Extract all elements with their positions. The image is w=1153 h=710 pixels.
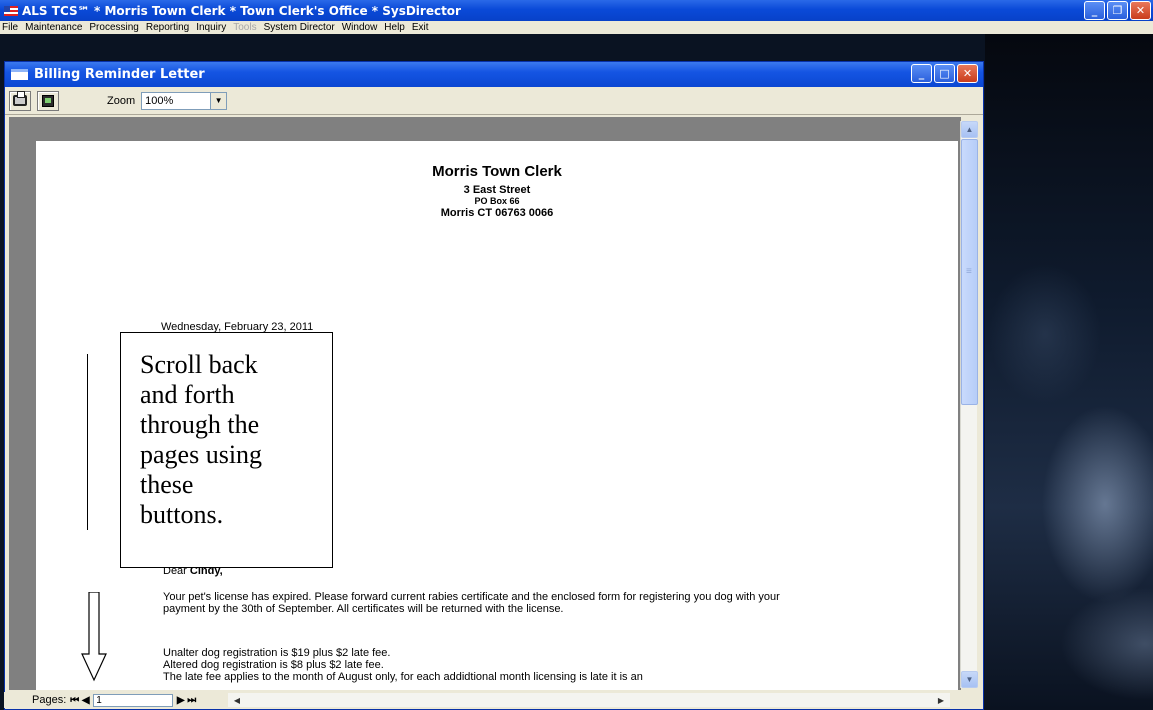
vertical-scrollbar[interactable]: ▲ ▼ xyxy=(960,121,978,688)
chevron-right-icon: ▶ xyxy=(937,695,945,705)
scroll-up-button[interactable]: ▲ xyxy=(961,121,978,138)
app-title: ALS TCS℠ * Morris Town Clerk * Town Cler… xyxy=(22,3,461,18)
maximize-icon: □ xyxy=(939,67,950,80)
menu-inquiry[interactable]: Inquiry xyxy=(196,22,226,33)
desktop-background xyxy=(985,34,1153,710)
next-page-icon: ▶ xyxy=(176,694,185,706)
annotation-line-1: Scroll back xyxy=(140,350,258,379)
annotation-line-4: pages using xyxy=(140,440,263,469)
child-title-bar[interactable]: Billing Reminder Letter _ □ ✕ xyxy=(5,62,983,87)
fee-lines: Unalter dog registration is $19 plus $2 … xyxy=(163,647,803,683)
menu-maintenance[interactable]: Maintenance xyxy=(25,22,82,33)
pages-label: Pages: xyxy=(32,694,67,706)
window-icon xyxy=(11,69,28,80)
report-toolbar: Zoom 100% ▼ xyxy=(5,87,983,115)
annotation-line-3: through the xyxy=(140,410,260,439)
annotation-vertical-line xyxy=(87,354,88,530)
menu-exit[interactable]: Exit xyxy=(412,22,429,33)
child-window-controls: _ □ ✕ xyxy=(911,64,978,83)
menu-help[interactable]: Help xyxy=(384,22,405,33)
next-page-button[interactable]: ▶ xyxy=(175,694,186,706)
last-page-icon: ⏭ xyxy=(187,694,197,706)
close-button[interactable]: ✕ xyxy=(1130,1,1151,20)
address-line-1: 3 East Street xyxy=(463,184,531,196)
page-number-input[interactable]: 1 xyxy=(93,693,174,707)
scroll-down-button[interactable]: ▼ xyxy=(961,671,978,688)
menu-reporting[interactable]: Reporting xyxy=(146,22,189,33)
app-window-controls: _ ❐ ✕ xyxy=(1084,1,1151,20)
minimize-button[interactable]: _ xyxy=(1084,1,1105,20)
zoom-label: Zoom xyxy=(107,94,136,107)
chevron-left-icon: ◀ xyxy=(233,695,241,705)
menu-window[interactable]: Window xyxy=(342,22,378,33)
child-close-button[interactable]: ✕ xyxy=(957,64,978,83)
scroll-left-button[interactable]: ◀ xyxy=(230,693,244,707)
org-name: Morris Town Clerk xyxy=(432,163,562,180)
letter-paragraph-1: Your pet's license has expired. Please f… xyxy=(163,591,780,615)
menu-system-director[interactable]: System Director xyxy=(264,22,335,33)
chevron-down-icon[interactable]: ▼ xyxy=(210,92,227,109)
minimize-icon: _ xyxy=(1091,4,1098,17)
vertical-scroll-thumb[interactable] xyxy=(961,139,978,405)
scroll-right-button[interactable]: ▶ xyxy=(934,693,948,707)
menu-file[interactable]: File xyxy=(2,22,18,33)
zoom-value: 100% xyxy=(145,94,174,107)
fee-line-unaltered: Unalter dog registration is $19 plus $2 … xyxy=(163,647,391,659)
close-icon: ✕ xyxy=(1135,4,1146,17)
annotation-line-5: these xyxy=(140,470,194,499)
last-page-button[interactable]: ⏭ xyxy=(186,694,197,706)
child-window-title: Billing Reminder Letter xyxy=(34,67,205,82)
annotation-callout: Scroll back and forth through the pages … xyxy=(120,332,333,568)
menu-bar: File Maintenance Processing Reporting In… xyxy=(0,21,1153,34)
printer-icon xyxy=(13,91,27,106)
fee-line-late: The late fee applies to the month of Aug… xyxy=(163,671,643,683)
print-button[interactable] xyxy=(9,90,31,111)
address-line-3: Morris CT 06763 0066 xyxy=(440,207,554,219)
zoom-select[interactable]: 100% ▼ xyxy=(141,91,228,110)
chevron-down-icon: ▼ xyxy=(965,675,974,684)
close-icon: ✕ xyxy=(962,67,973,80)
first-page-button[interactable]: ⏮ xyxy=(69,694,80,706)
chevron-up-icon: ▲ xyxy=(965,125,974,134)
annotation-line-2: and forth xyxy=(140,380,235,409)
child-maximize-button[interactable]: □ xyxy=(934,64,955,83)
export-button[interactable] xyxy=(37,90,59,111)
fee-line-altered: Altered dog registration is $8 plus $2 l… xyxy=(163,659,384,671)
horizontal-scrollbar[interactable]: ◀ ▶ xyxy=(228,693,950,707)
prev-page-icon: ◀ xyxy=(81,694,90,706)
annotation-line-6: buttons. xyxy=(140,500,224,529)
prev-page-button[interactable]: ◀ xyxy=(80,694,91,706)
child-minimize-button[interactable]: _ xyxy=(911,64,932,83)
minimize-icon: _ xyxy=(918,67,925,80)
address-line-2: PO Box 66 xyxy=(474,196,520,206)
menu-tools: Tools xyxy=(233,22,257,33)
menu-processing[interactable]: Processing xyxy=(89,22,138,33)
restore-button[interactable]: ❐ xyxy=(1107,1,1128,20)
restore-icon: ❐ xyxy=(1112,4,1123,17)
page-navigation-bar: Pages: ⏮ ◀ 1 ▶ ⏭ ◀ ▶ xyxy=(4,692,978,708)
app-title-bar: ALS TCS℠ * Morris Town Clerk * Town Cler… xyxy=(0,0,1153,21)
annotation-down-arrow-icon xyxy=(81,592,107,682)
export-icon xyxy=(42,94,54,107)
first-page-icon: ⏮ xyxy=(70,694,80,706)
flag-icon xyxy=(4,5,18,16)
